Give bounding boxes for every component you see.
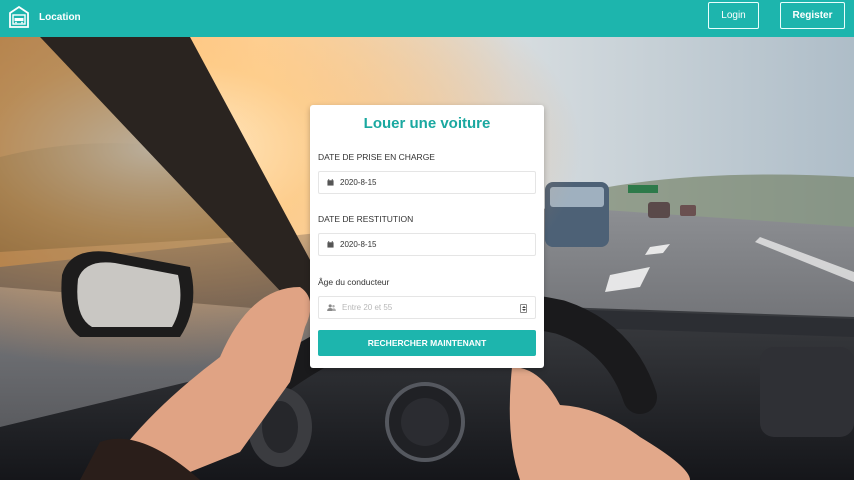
driver-age-label: Âge du conducteur [318, 277, 390, 287]
number-spinner[interactable] [520, 304, 527, 313]
login-button[interactable]: Login [708, 2, 759, 29]
return-date-value: 2020-8-15 [340, 240, 377, 249]
calendar-icon [327, 179, 334, 186]
pickup-date-input[interactable]: 2020-8-15 [318, 171, 536, 194]
driver-age-placeholder: Entre 20 et 55 [342, 303, 393, 312]
garage-icon [9, 6, 29, 28]
brand-name: Location [39, 11, 81, 23]
search-now-button[interactable]: RECHERCHER MAINTENANT [318, 330, 536, 356]
register-button[interactable]: Register [780, 2, 845, 29]
pickup-date-label: DATE DE PRISE EN CHARGE [318, 152, 435, 162]
card-title: Louer une voiture [363, 115, 491, 132]
users-icon [327, 304, 336, 311]
return-date-input[interactable]: 2020-8-15 [318, 233, 536, 256]
calendar-icon [327, 241, 334, 248]
top-navbar: Location Login Register [0, 0, 854, 37]
rental-search-card: Louer une voiture DATE DE PRISE EN CHARG… [310, 105, 544, 368]
pickup-date-value: 2020-8-15 [340, 178, 377, 187]
brand[interactable]: Location [9, 6, 81, 28]
driver-age-input[interactable]: Entre 20 et 55 [318, 296, 536, 319]
return-date-label: DATE DE RESTITUTION [318, 214, 414, 224]
